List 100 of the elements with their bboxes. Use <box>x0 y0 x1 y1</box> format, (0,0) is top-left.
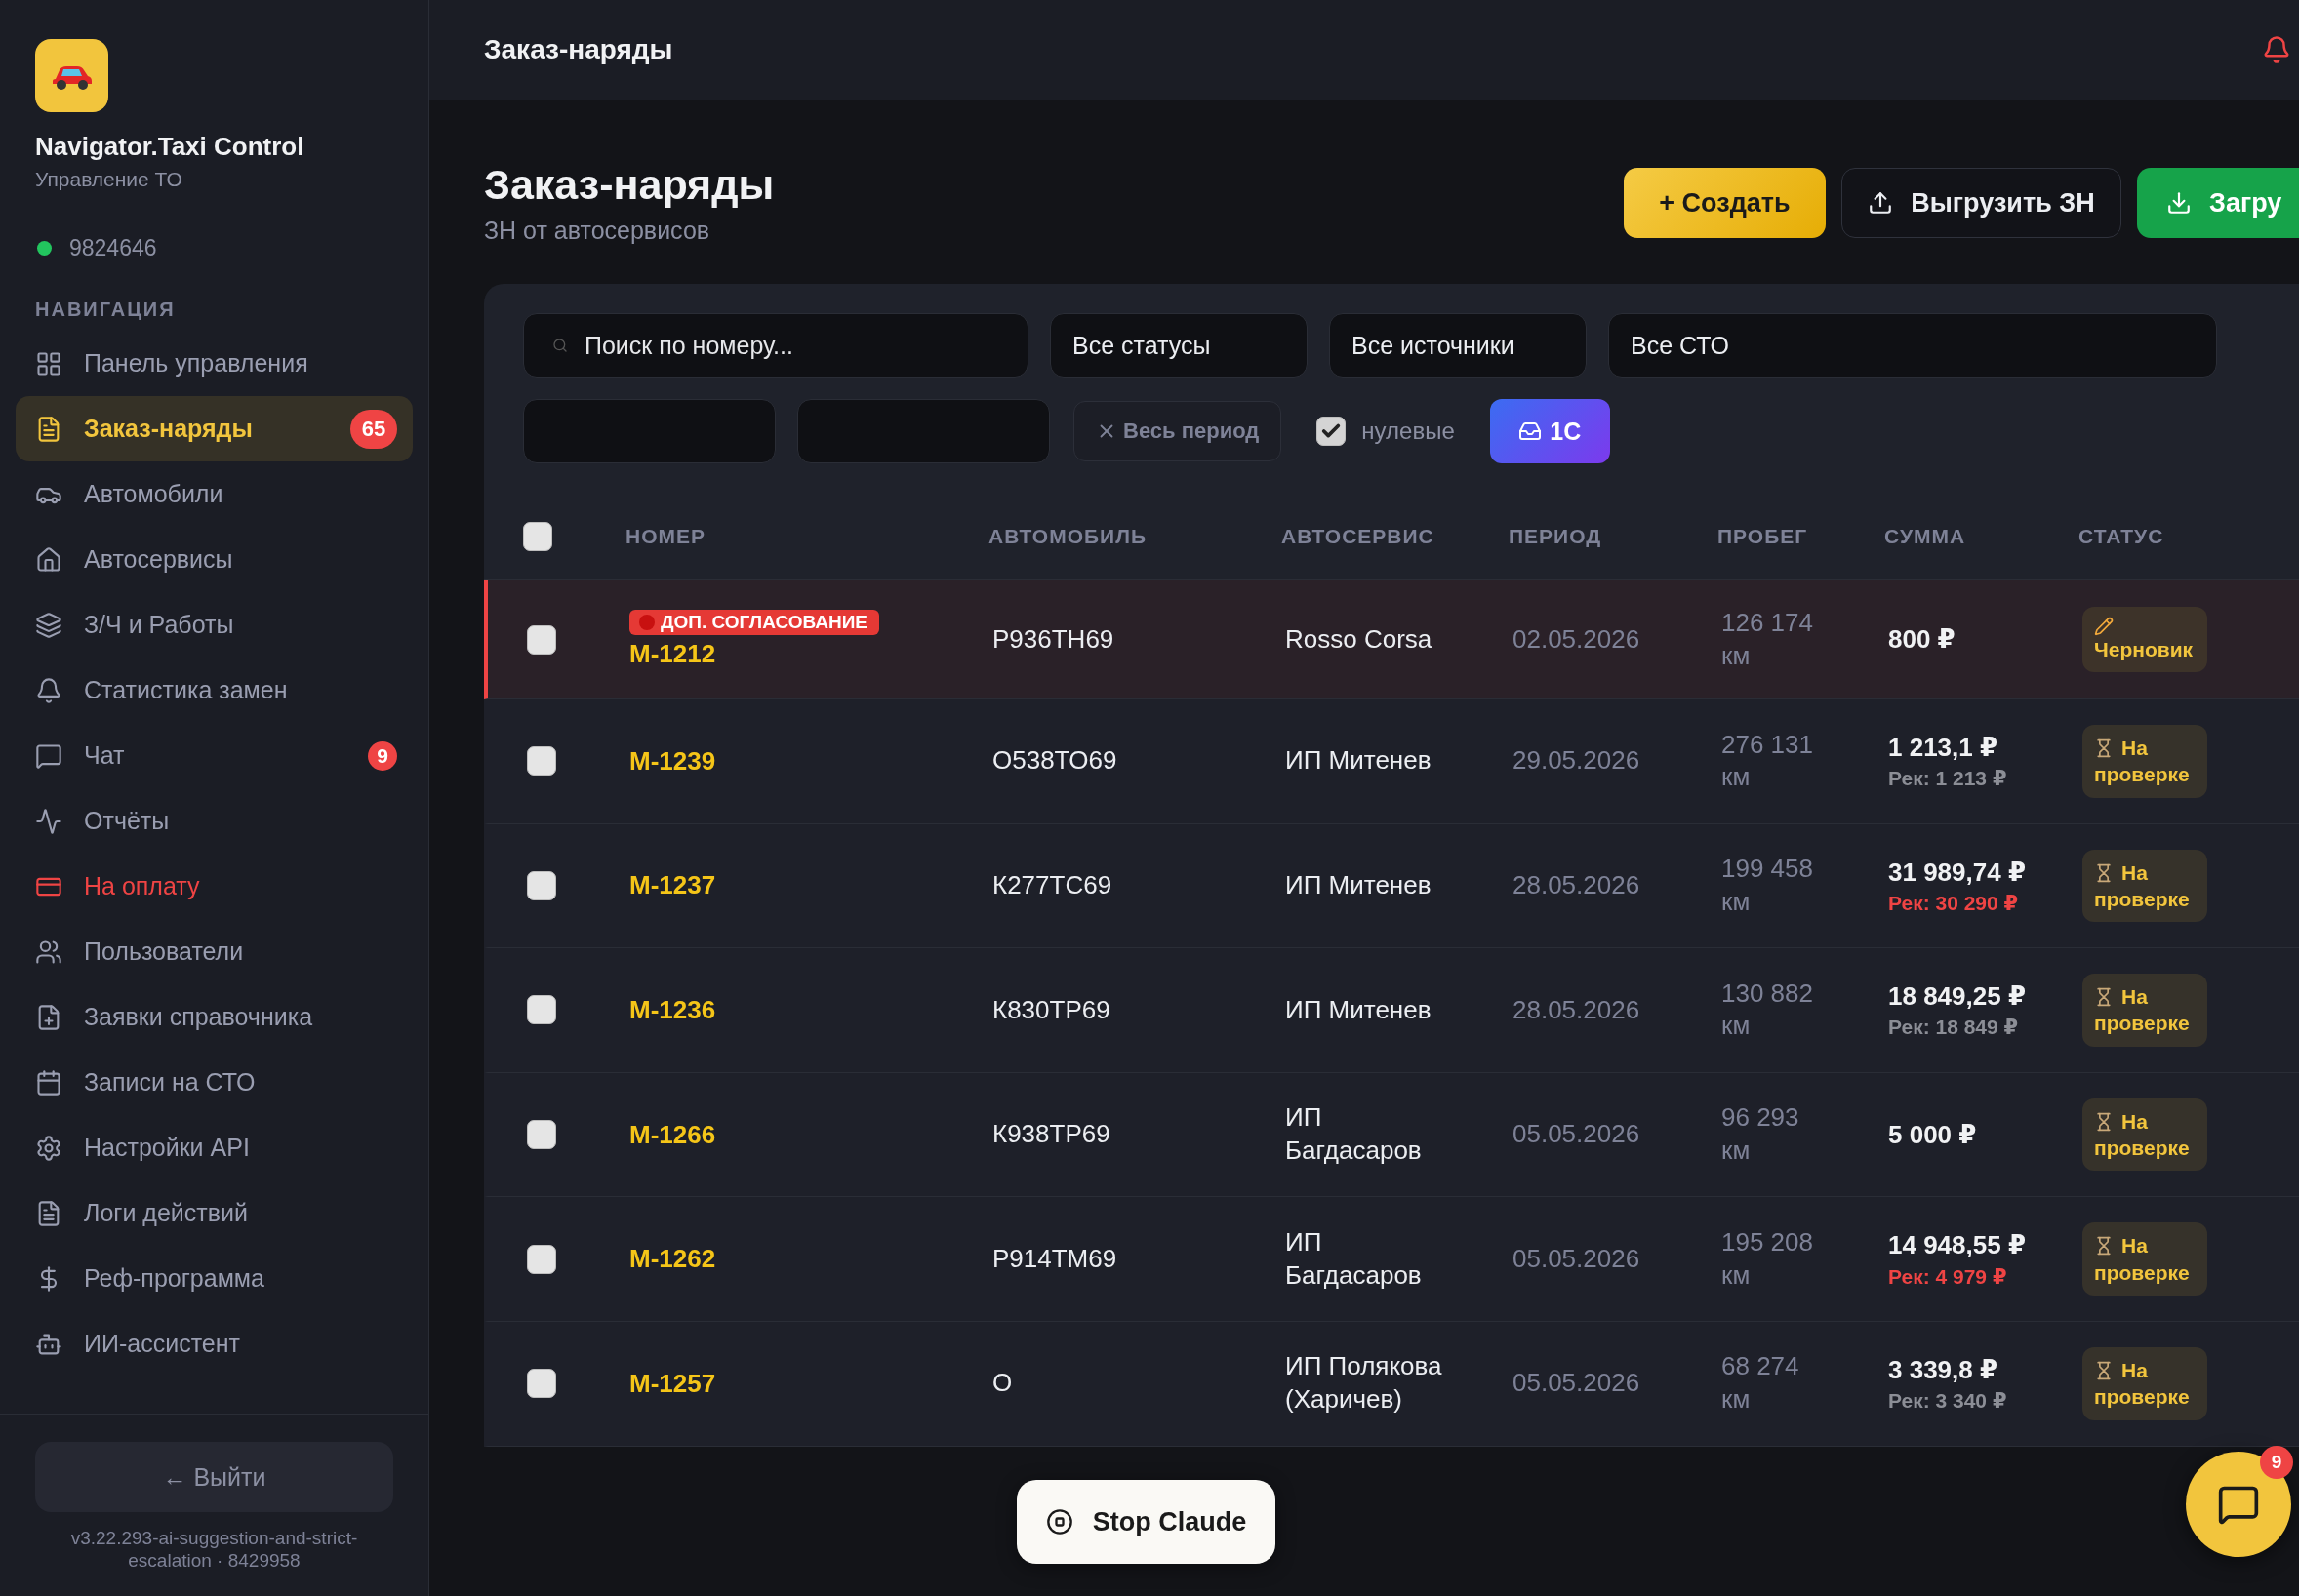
column-header[interactable]: АВТОСЕРВИС <box>1281 524 1509 548</box>
order-number-link[interactable]: М-1266 <box>629 1119 716 1150</box>
checkbox[interactable] <box>527 624 556 655</box>
bell-icon[interactable] <box>2262 35 2291 64</box>
nav-label: Заявки справочника <box>84 1003 314 1031</box>
sum-text: 5 000 ₽ <box>1888 1118 1978 1151</box>
checkbox[interactable] <box>527 1369 556 1399</box>
sum-text: 1 213,1 ₽ <box>1888 732 1999 765</box>
column-header[interactable]: СТАТУС <box>2078 524 2299 548</box>
nav-label: Реф-программа <box>84 1264 265 1293</box>
page-title: Заказ-наряды <box>484 161 776 209</box>
flag-badge: ДОП. СОГЛАСОВАНИЕ <box>629 610 879 635</box>
nav-item[interactable]: Панель управления <box>16 331 413 396</box>
checkbox[interactable] <box>527 995 556 1025</box>
table-cell-text: Р936ТН69 <box>992 622 1115 656</box>
hourglass-icon <box>2094 862 2114 883</box>
recommended-sum: Рек: 1 213 ₽ <box>1888 766 2008 792</box>
section-title: НАВИГАЦИЯ <box>34 298 177 322</box>
table-cell-text: 68 274 км <box>1721 1350 1800 1416</box>
table-cell-text: 126 174 км <box>1721 606 1814 672</box>
order-number-link[interactable]: М-1257 <box>629 1368 716 1399</box>
nav-item[interactable]: Настройки API <box>16 1115 413 1180</box>
hourglass-icon <box>2094 987 2114 1008</box>
checkbox[interactable] <box>527 746 556 777</box>
page-subtitle: ЗН от автосервисов <box>484 217 711 245</box>
checkbox[interactable] <box>527 1244 556 1274</box>
checkbox[interactable] <box>1316 417 1347 446</box>
grid-icon <box>35 349 62 378</box>
source-button[interactable]: 1С <box>1489 399 1610 463</box>
column-header[interactable]: ПЕРИОД <box>1509 524 1717 548</box>
nav-item[interactable]: Заявки справочника <box>16 984 413 1050</box>
nav-item[interactable]: Автомобили <box>16 461 413 527</box>
date-field[interactable] <box>523 399 776 463</box>
nav-item[interactable]: Отчёты <box>16 788 413 854</box>
recommended-sum: Рек: 30 290 ₽ <box>1888 890 2020 916</box>
create-button[interactable]: + Создать <box>1624 168 1826 238</box>
filter-select[interactable]: Все источники <box>1329 313 1587 378</box>
table-cell-text: Rosso Corsa <box>1285 622 1433 656</box>
table-cell-text: ИП Полякова (Харичев) <box>1285 1350 1443 1416</box>
order-number-link[interactable]: М-1239 <box>629 745 716 777</box>
order-number-link[interactable]: М-1237 <box>629 870 716 901</box>
nav-label: Отчёты <box>84 807 171 835</box>
table-cell-text: ИП Митенев <box>1285 993 1432 1026</box>
users-icon <box>35 938 62 966</box>
checkbox[interactable] <box>527 1120 556 1150</box>
sum-text: 31 989,74 ₽ <box>1888 856 2027 889</box>
nav-item[interactable]: Чат 9 <box>16 723 413 788</box>
sum-text: 800 ₽ <box>1888 622 1956 656</box>
column-header[interactable]: АВТОМОБИЛЬ <box>988 524 1281 548</box>
table-cell-text: О <box>992 1367 1014 1400</box>
filter-select[interactable]: Все СТО <box>1608 313 2217 378</box>
nav-item[interactable]: Пользователи <box>16 919 413 984</box>
nav-item[interactable]: Заказ-наряды 65 <box>16 396 413 461</box>
settings-icon <box>35 1134 62 1162</box>
checkbox[interactable] <box>523 521 552 551</box>
table-row[interactable]: ДОП. СОГЛАСОВАНИЕ М-1212 Р936ТН69 Rosso Corsa 02.05.2026 126 174 км 800 ₽ Черновик <box>484 580 2299 699</box>
date-field[interactable] <box>797 399 1050 463</box>
table-cell-text: 28.05.2026 <box>1512 993 1641 1026</box>
layers-icon <box>35 611 62 639</box>
order-number-link[interactable]: М-1262 <box>629 1244 716 1275</box>
stop-icon <box>1045 1508 1073 1536</box>
status-badge: На проверке <box>2082 849 2207 923</box>
logout-button[interactable]: ← Выйти <box>35 1442 393 1513</box>
table-cell-text: К938ТР69 <box>992 1118 1111 1151</box>
column-header[interactable]: СУММА <box>1884 524 2078 548</box>
nav-item[interactable]: ИИ-ассистент <box>16 1311 413 1377</box>
dot-icon <box>639 615 655 630</box>
order-number-link[interactable]: М-1236 <box>629 995 716 1025</box>
nav-label: З/Ч и Работы <box>84 611 235 639</box>
nav-label: ИИ-ассистент <box>84 1330 241 1358</box>
nav-item[interactable]: З/Ч и Работы <box>16 592 413 658</box>
nav-label: Логи действий <box>84 1199 249 1227</box>
nav-label: Пользователи <box>84 938 245 966</box>
table-cell-text: 199 458 км <box>1721 853 1814 918</box>
search-field[interactable]: Поиск по номеру... <box>523 313 1028 378</box>
nav-item[interactable]: На оплату <box>16 854 413 919</box>
table-cell-text: Р914ТМ69 <box>992 1242 1118 1275</box>
nav-label: На оплату <box>84 872 201 900</box>
column-header[interactable]: ПРОБЕГ <box>1717 524 1884 548</box>
export-button[interactable]: Выгрузить ЗН <box>1841 168 2121 238</box>
checkbox[interactable] <box>527 870 556 900</box>
stop-button[interactable]: Stop Claude <box>1017 1480 1275 1564</box>
import-button[interactable]: Загру <box>2137 168 2299 238</box>
nav-item[interactable]: Реф-программа <box>16 1246 413 1311</box>
sum-text: 3 339,8 ₽ <box>1888 1354 1999 1387</box>
nav-label: Заказ-наряды <box>84 415 254 443</box>
nav-item[interactable]: Автосервисы <box>16 527 413 592</box>
period-button[interactable]: Весь период <box>1073 401 1282 461</box>
nav-label: Чат <box>84 741 126 770</box>
nav-item[interactable]: Статистика замен <box>16 658 413 723</box>
filter-select[interactable]: Все статусы <box>1050 313 1308 378</box>
nav-item[interactable]: Логи действий <box>16 1180 413 1246</box>
count-badge: 65 <box>350 409 397 449</box>
app-name: Navigator.Taxi Control <box>35 132 305 162</box>
nav-label: Записи на СТО <box>84 1068 257 1097</box>
column-header[interactable]: НОМЕР <box>625 524 988 548</box>
version-text: v3.22.293-ai-suggestion-and-strict-escalation · 8429958 <box>69 1528 359 1573</box>
nav-item[interactable]: Записи на СТО <box>16 1050 413 1115</box>
nav-label: Автосервисы <box>84 545 234 574</box>
order-number-link[interactable]: М-1212 <box>629 639 716 669</box>
